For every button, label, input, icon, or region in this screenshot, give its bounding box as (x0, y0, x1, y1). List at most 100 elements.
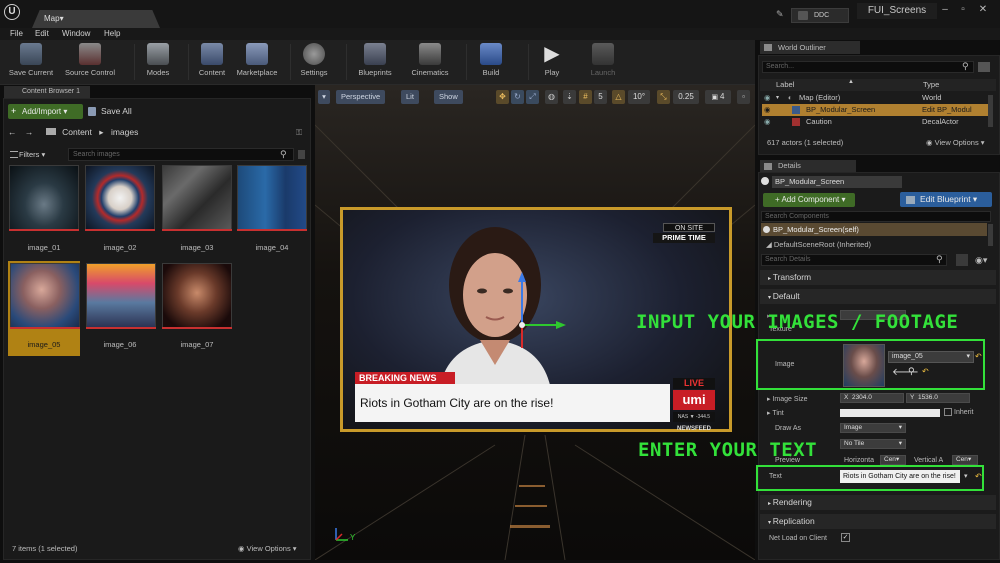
details-search-input[interactable]: Search Details (761, 254, 947, 266)
horizontal-alignment-dropdown[interactable]: Cen▾ (880, 455, 906, 465)
actor-name-field[interactable]: BP_Modular_Screen (772, 176, 902, 188)
rotation-snap-value[interactable]: 10° (628, 90, 650, 104)
scale-snap-value[interactable]: 0.25 (673, 90, 699, 104)
save-all-button[interactable]: Save All (90, 104, 150, 119)
details-tab[interactable]: Details (760, 160, 856, 172)
menu-window[interactable]: Window (62, 28, 90, 40)
world-local-icon[interactable]: ◍ (545, 90, 558, 104)
build-button[interactable]: Build (474, 43, 508, 83)
menu-help[interactable]: Help (104, 28, 120, 40)
tint-color-swatch[interactable] (840, 409, 940, 417)
transform-category[interactable]: ▸ Transform (760, 270, 996, 285)
image-size-y-field[interactable]: Y 1536.0 (906, 393, 970, 403)
history-icon[interactable] (298, 150, 305, 159)
lock-icon[interactable]: ⚿ (296, 128, 304, 137)
play-button[interactable]: ▶ Play (534, 43, 570, 83)
marketplace-button[interactable]: Marketplace (232, 43, 282, 83)
tiling-dropdown[interactable]: No Tile ▾ (840, 439, 906, 449)
search-icon[interactable]: ⚲ (280, 149, 287, 160)
component-search-input[interactable]: Search Components (761, 211, 991, 222)
asset-thumbnail-image-04[interactable] (237, 165, 307, 231)
view-options-label: View Options (934, 138, 979, 147)
component-self-row[interactable]: BP_Modular_Screen(self) (761, 223, 987, 236)
cinematics-button[interactable]: Cinematics (406, 43, 454, 83)
back-arrow-icon[interactable]: ← (8, 127, 17, 137)
close-icon[interactable]: ✕ (976, 4, 990, 16)
outliner-row[interactable]: ◉ Caution DecalActor (762, 116, 988, 128)
outliner-scrollbar[interactable] (988, 95, 993, 127)
outliner-search-input[interactable]: Search... (762, 61, 974, 73)
label-column-header[interactable]: Label (776, 79, 794, 91)
translate-icon[interactable]: ✥ (496, 90, 509, 104)
outliner-view-options-button[interactable]: ◉ View Options ▾ (926, 138, 985, 147)
save-current-button[interactable]: Save Current (4, 43, 58, 83)
visibility-icon[interactable]: ◉ (764, 92, 771, 104)
outliner-row-label: BP_Modular_Screen (806, 105, 876, 114)
outliner-row-type[interactable]: Edit BP_Modul (922, 104, 972, 116)
default-scene-root-row[interactable]: ◢ DefaultSceneRoot (Inherited) (766, 240, 871, 249)
transform-gizmo[interactable] (500, 270, 580, 360)
perspective-button[interactable]: Perspective (336, 90, 386, 104)
notification-icon[interactable]: ✎ (776, 9, 786, 19)
type-column-header[interactable]: Type (923, 79, 939, 91)
visibility-icon[interactable]: ◉ (764, 116, 771, 128)
forward-arrow-icon[interactable]: → (25, 127, 34, 137)
camera-speed-value[interactable]: ▣ 4 (705, 90, 731, 104)
asset-thumbnail-image-02[interactable] (85, 165, 155, 231)
asset-thumbnail-image-07[interactable] (162, 263, 232, 329)
viewport-menu-button[interactable]: ▾ (318, 90, 330, 104)
draw-as-dropdown[interactable]: Image ▾ (840, 423, 906, 433)
surface-snap-icon[interactable]: ⇣ (563, 90, 576, 104)
default-category[interactable]: ▾ Default (760, 289, 996, 304)
search-images-input[interactable]: Search images (68, 148, 294, 161)
replication-category[interactable]: ▾ Replication (760, 514, 996, 529)
add-component-button[interactable]: + Add Component ▾ (763, 193, 855, 207)
outliner-row-selected[interactable]: ◉ BP_Modular_Screen Edit BP_Modul (762, 104, 988, 116)
settings-button[interactable]: Settings (295, 43, 333, 83)
vertical-alignment-dropdown[interactable]: Cen▾ (952, 455, 978, 465)
breadcrumb-content[interactable]: Content (62, 127, 92, 137)
visibility-icon[interactable]: ◉ (764, 104, 771, 116)
content-browser-tab[interactable]: Content Browser 1 (4, 86, 90, 98)
breadcrumb-images[interactable]: images (111, 127, 138, 137)
maximize-viewport-icon[interactable]: ▫ (737, 90, 750, 104)
search-icon[interactable]: ⚲ (936, 254, 943, 265)
asset-thumbnail-image-06[interactable] (86, 263, 156, 329)
lit-button[interactable]: Lit (401, 90, 419, 104)
menu-file[interactable]: File (10, 28, 23, 40)
scale-icon[interactable]: ⤢ (526, 90, 539, 104)
scale-snap-icon[interactable]: ⤡ (657, 90, 670, 104)
world-outliner-tab[interactable]: World Outliner (760, 41, 860, 54)
grid-snap-icon[interactable]: # (579, 90, 592, 104)
source-control-button[interactable]: Source Control (60, 43, 120, 83)
ddc-badge[interactable]: DDC (791, 8, 849, 23)
inherit-checkbox[interactable] (944, 408, 952, 416)
eye-icon[interactable]: ◉▾ (975, 255, 987, 266)
asset-thumbnail-image-03[interactable] (162, 165, 232, 231)
level-tab[interactable]: Map▾ (32, 10, 160, 28)
outliner-settings-icon[interactable] (978, 62, 990, 72)
expand-arrow-icon[interactable]: ▾ (776, 92, 779, 104)
rendering-category[interactable]: ▸ Rendering (760, 495, 996, 510)
rotate-icon[interactable]: ↻ (511, 90, 524, 104)
grid-snap-value[interactable]: 5 (594, 90, 607, 104)
view-options-button[interactable]: ◉ View Options ▾ (238, 544, 297, 553)
search-icon[interactable]: ⚲ (962, 61, 969, 72)
property-matrix-icon[interactable] (956, 254, 968, 266)
blueprints-button[interactable]: Blueprints (352, 43, 398, 83)
image-size-x-field[interactable]: X 2304.0 (840, 393, 904, 403)
add-import-button[interactable]: Add/Import ▾ (8, 104, 83, 119)
outliner-row[interactable]: ◉ ▾ ◐ Map (Editor) World (762, 92, 988, 104)
minimize-icon[interactable]: – (938, 4, 952, 16)
asset-thumbnail-image-01[interactable] (9, 165, 79, 231)
launch-button[interactable]: Launch (586, 43, 620, 83)
menu-edit[interactable]: Edit (35, 28, 49, 40)
net-load-checkbox[interactable]: ✓ (841, 533, 850, 542)
content-button[interactable]: Content (194, 43, 230, 83)
asset-thumbnail-image-05[interactable] (10, 263, 80, 329)
rotation-snap-icon[interactable]: △ (612, 90, 625, 104)
show-button[interactable]: Show (434, 90, 463, 104)
modes-button[interactable]: Modes (140, 43, 176, 83)
component-scrollbar[interactable] (988, 224, 993, 246)
maximize-icon[interactable]: ▫ (956, 4, 970, 16)
